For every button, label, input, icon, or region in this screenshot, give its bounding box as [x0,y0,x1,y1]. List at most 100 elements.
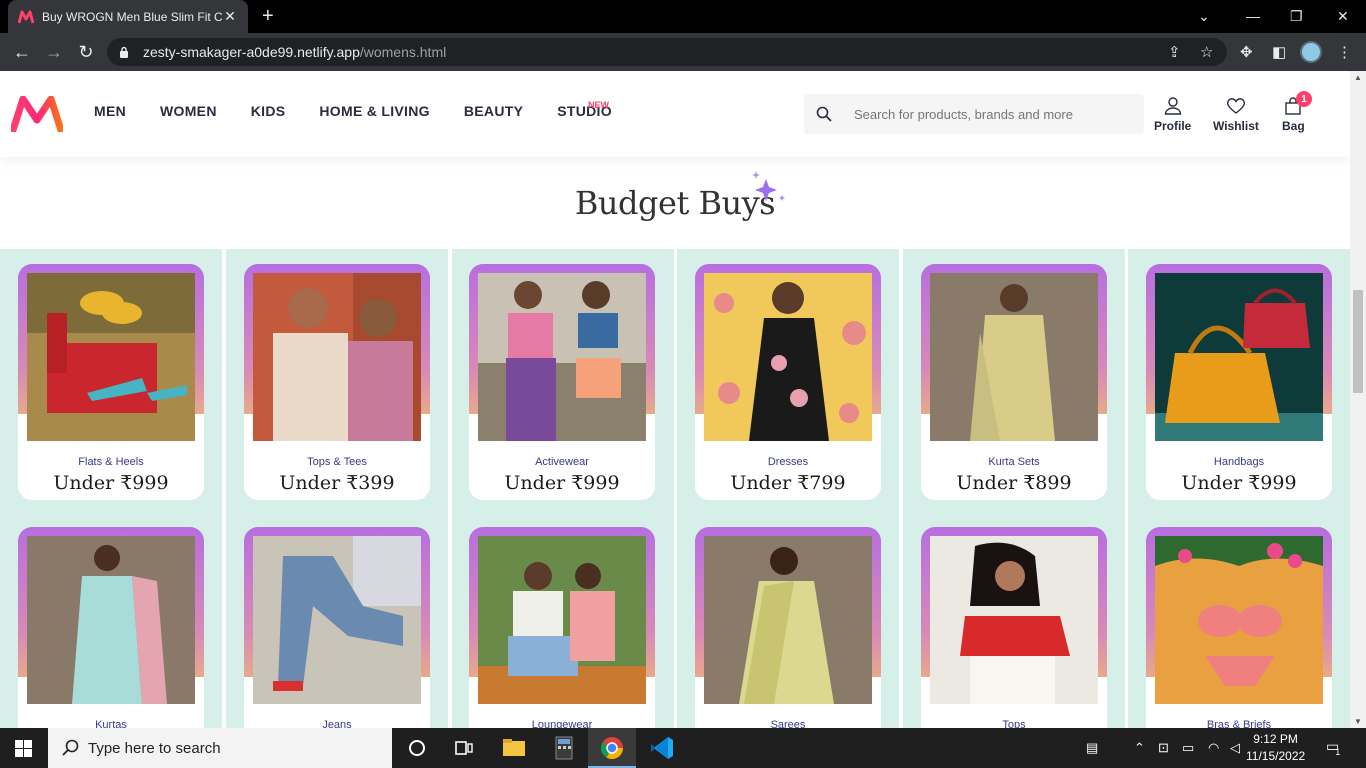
product-category: Kurta Sets [988,456,1040,468]
news-icon[interactable]: ▤ [1086,740,1098,756]
show-hidden-icons-icon[interactable]: ⌃ [1134,740,1145,756]
share-icon[interactable]: ⇪ [1168,43,1181,61]
studio-new-badge: NEW [588,100,609,110]
product-category: Dresses [767,456,809,468]
menu-men[interactable]: MEN [94,103,126,119]
product-image [930,536,1098,704]
calculator-icon[interactable] [550,734,578,762]
side-panel-icon[interactable]: ◧ [1272,43,1286,61]
close-window-button[interactable]: ✕ [1337,8,1349,25]
url-path: /womens.html [359,44,447,60]
file-explorer-icon[interactable] [500,734,528,762]
product-image [253,273,421,441]
product-image [704,536,872,704]
product-card-flats-heels[interactable]: Flats & Heels Under ₹999 [18,264,204,500]
product-image [478,536,646,704]
product-price: Under ₹999 [53,472,169,494]
taskbar-search-placeholder: Type here to search [88,739,221,757]
battery-icon[interactable]: ▭ [1182,740,1194,756]
forward-button[interactable]: → [38,42,70,63]
menu-women[interactable]: WOMEN [160,103,217,119]
product-card-tops[interactable]: Tops [921,527,1107,728]
scroll-up-icon[interactable]: ▲ [1354,73,1362,82]
wishlist-button[interactable]: Wishlist [1213,97,1259,133]
windows-taskbar: Type here to search ▤ ⌃ ⊡ ▭ ◠ ◁ 9:12 PM … [0,728,1366,768]
web-page: MEN WOMEN KIDS HOME & LIVING BEAUTY STUD… [0,71,1350,728]
tab-search-icon[interactable]: ⌄ [1198,8,1210,25]
product-card-activewear[interactable]: Activewear Under ₹999 [469,264,655,500]
vscode-icon[interactable] [648,734,676,762]
product-card-kurta-sets[interactable]: Kurta Sets Under ₹899 [921,264,1107,500]
volume-icon[interactable]: ◁ [1230,740,1240,756]
restore-button[interactable]: ❐ [1290,8,1303,25]
scrollbar-thumb[interactable] [1353,290,1363,393]
menu-kids[interactable]: KIDS [251,103,286,119]
notification-center-icon[interactable]: ▭1 [1326,738,1344,757]
product-card-kurtas[interactable]: Kurtas [18,527,204,728]
menu-dots-icon[interactable]: ⋮ [1337,43,1352,61]
profile-icon [1164,97,1181,115]
tab-close-icon[interactable]: ✕ [222,8,238,25]
clock-date: 11/15/2022 [1246,749,1306,763]
scroll-down-icon[interactable]: ▼ [1354,717,1362,726]
profile-button[interactable]: Profile [1154,97,1191,133]
address-bar[interactable]: zesty-smakager-a0de99.netlify.app/womens… [107,38,1227,66]
product-image [704,273,872,441]
product-card-loungewear[interactable]: Loungewear [469,527,655,728]
windows-start-icon[interactable] [15,740,32,757]
notification-count: 1 [1335,747,1341,757]
bag-label: Bag [1282,119,1305,133]
search-icon[interactable] [804,94,844,134]
site-header: MEN WOMEN KIDS HOME & LIVING BEAUTY STUD… [0,71,1350,157]
product-card-jeans[interactable]: Jeans [244,527,430,728]
product-price: Under ₹999 [504,472,620,494]
task-view-icon[interactable] [450,734,478,762]
search-input[interactable] [854,106,1134,122]
product-image [478,273,646,441]
heart-icon [1226,98,1245,114]
menu-beauty[interactable]: BEAUTY [464,103,523,119]
budget-buys-grid: Flats & Heels Under ₹999 Tops & Tees Und… [0,249,1350,728]
product-category: Tops [1002,719,1026,728]
lock-icon [120,46,128,58]
myntra-logo[interactable] [11,96,63,132]
wifi-icon[interactable]: ◠ [1208,740,1219,756]
taskbar-search[interactable]: Type here to search [48,728,392,768]
sparkle-icon [752,171,785,201]
menu-home-living[interactable]: HOME & LIVING [319,103,429,119]
url-host: zesty-smakager-a0de99.netlify.app [143,44,360,60]
product-price: Under ₹799 [730,472,846,494]
browser-title-bar: Buy WROGN Men Blue Slim Fit C ✕ + ⌄ — ❐ … [0,0,1366,33]
product-card-sarees[interactable]: Sarees [695,527,881,728]
reload-button[interactable]: ↻ [70,42,102,63]
minimize-button[interactable]: — [1246,8,1260,24]
browser-tab[interactable]: Buy WROGN Men Blue Slim Fit C ✕ [8,0,248,33]
product-price: Under ₹999 [1181,472,1297,494]
product-category: Kurtas [95,719,127,728]
section-title: Budget Buys [574,184,776,222]
extensions-icon[interactable]: ✥ [1240,43,1253,61]
product-price: Under ₹899 [956,472,1072,494]
search-icon [62,739,79,756]
page-scrollbar[interactable]: ▲ ▼ [1350,71,1366,728]
system-clock[interactable]: 9:12 PM 11/15/2022 [1246,731,1305,765]
cortana-icon[interactable] [403,734,431,762]
back-button[interactable]: ← [6,42,38,63]
product-image [930,273,1098,441]
product-card-dresses[interactable]: Dresses Under ₹799 [695,264,881,500]
profile-avatar[interactable] [1300,41,1322,63]
chrome-icon[interactable] [598,734,626,762]
product-category: Loungewear [531,719,593,728]
product-category: Handbags [1213,456,1265,468]
new-tab-button[interactable]: + [262,6,274,26]
product-card-tops-tees[interactable]: Tops & Tees Under ₹399 [244,264,430,500]
bookmark-star-icon[interactable]: ☆ [1200,43,1213,61]
product-category: Flats & Heels [78,456,144,468]
product-card-handbags[interactable]: Handbags Under ₹999 [1146,264,1332,500]
tab-title: Buy WROGN Men Blue Slim Fit C [42,9,222,24]
product-image [27,273,195,441]
bag-button[interactable]: Bag 1 [1282,91,1312,133]
network-drive-icon[interactable]: ⊡ [1158,740,1169,756]
clock-time: 9:12 PM [1253,732,1298,746]
product-card-bras-briefs[interactable]: Bras & Briefs [1146,527,1332,728]
